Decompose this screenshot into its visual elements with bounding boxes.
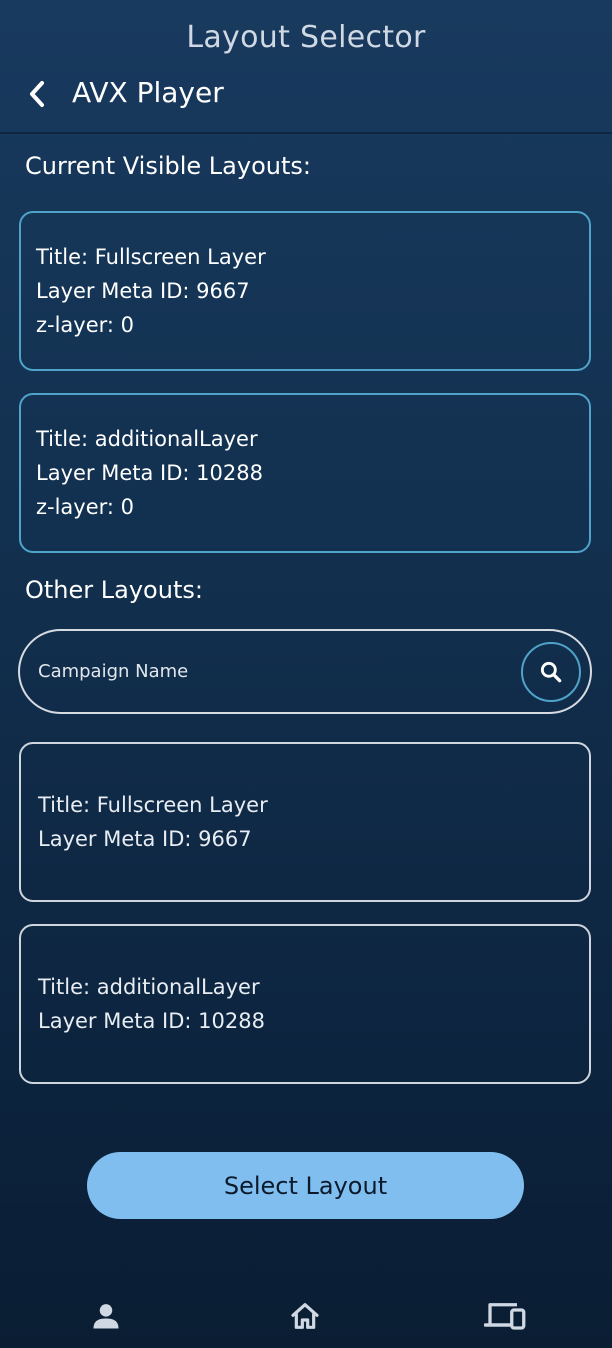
layout-title: Title: additionalLayer (36, 427, 258, 451)
header: Layout Selector AVX Player (0, 0, 612, 134)
player-name: AVX Player (72, 76, 224, 109)
layout-meta-id: Layer Meta ID: 10288 (36, 461, 263, 485)
chevron-left-icon (30, 81, 44, 107)
campaign-search-input[interactable] (38, 631, 518, 712)
other-layout-card[interactable]: Title: additionalLayer Layer Meta ID: 10… (19, 924, 591, 1084)
page-title: Layout Selector (186, 20, 426, 55)
other-layouts-heading: Other Layouts: (25, 576, 203, 604)
layout-title: Title: Fullscreen Layer (38, 793, 268, 817)
layout-meta-id: Layer Meta ID: 9667 (36, 279, 250, 303)
visible-layout-card: Title: Fullscreen Layer Layer Meta ID: 9… (19, 211, 591, 371)
layout-z-layer: z-layer: 0 (36, 495, 135, 519)
campaign-search-bar (18, 629, 592, 714)
search-icon (540, 661, 562, 683)
layout-meta-id: Layer Meta ID: 10288 (38, 1009, 265, 1033)
layout-selector-screen: Layout Selector AVX Player Current Visib… (0, 0, 612, 1348)
visible-layouts-heading: Current Visible Layouts: (25, 152, 311, 180)
devices-icon (484, 1303, 526, 1330)
back-button[interactable] (20, 76, 54, 112)
person-icon (93, 1304, 119, 1329)
visible-layout-card: Title: additionalLayer Layer Meta ID: 10… (19, 393, 591, 553)
nav-profile-button[interactable] (84, 1296, 128, 1336)
layout-title: Title: additionalLayer (38, 975, 260, 999)
layout-z-layer: z-layer: 0 (36, 313, 135, 337)
nav-devices-button[interactable] (483, 1296, 527, 1336)
nav-home-button[interactable] (283, 1296, 327, 1336)
select-layout-button[interactable]: Select Layout (87, 1152, 524, 1219)
layout-meta-id: Layer Meta ID: 9667 (38, 827, 252, 851)
layout-title: Title: Fullscreen Layer (36, 245, 266, 269)
search-button[interactable] (521, 642, 581, 702)
home-icon (291, 1303, 319, 1329)
other-layout-card[interactable]: Title: Fullscreen Layer Layer Meta ID: 9… (19, 742, 591, 902)
